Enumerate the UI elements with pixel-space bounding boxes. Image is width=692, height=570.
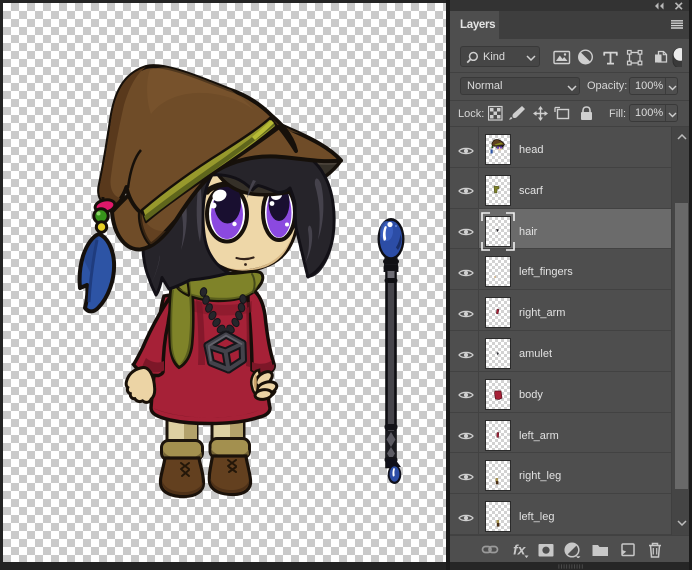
svg-text:fx: fx (513, 542, 527, 558)
